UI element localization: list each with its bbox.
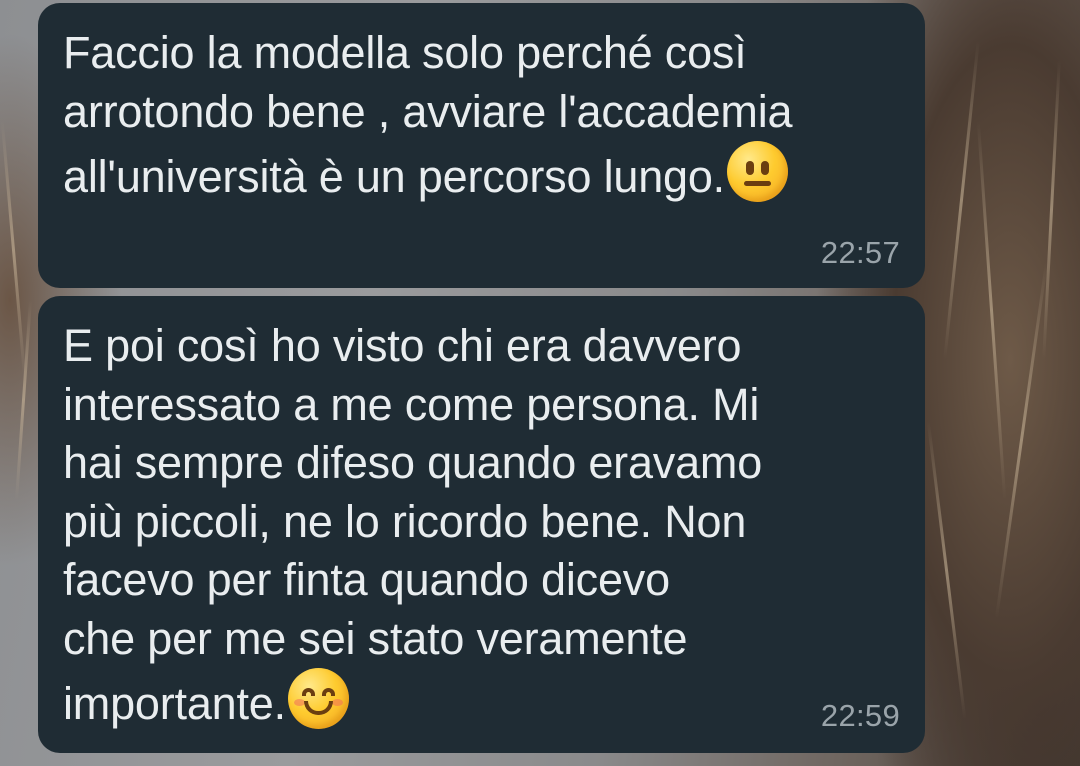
- message-timestamp: 22:59: [820, 698, 900, 733]
- message-text-body: E poi così ho visto chi era davvero inter…: [63, 320, 763, 729]
- message-bubble-incoming[interactable]: Faccio la modella solo perché così arroto…: [38, 3, 925, 288]
- message-bubble-incoming[interactable]: E poi così ho visto chi era davvero inter…: [38, 296, 925, 753]
- message-text-body: Faccio la modella solo perché così arroto…: [63, 27, 793, 202]
- message-text: E poi così ho visto chi era davvero inter…: [63, 317, 762, 734]
- smiling-face-icon: [287, 668, 349, 729]
- neutral-face-icon: [726, 141, 788, 202]
- message-timestamp: 22:57: [820, 235, 900, 270]
- message-text: Faccio la modella solo perché così arroto…: [63, 24, 793, 207]
